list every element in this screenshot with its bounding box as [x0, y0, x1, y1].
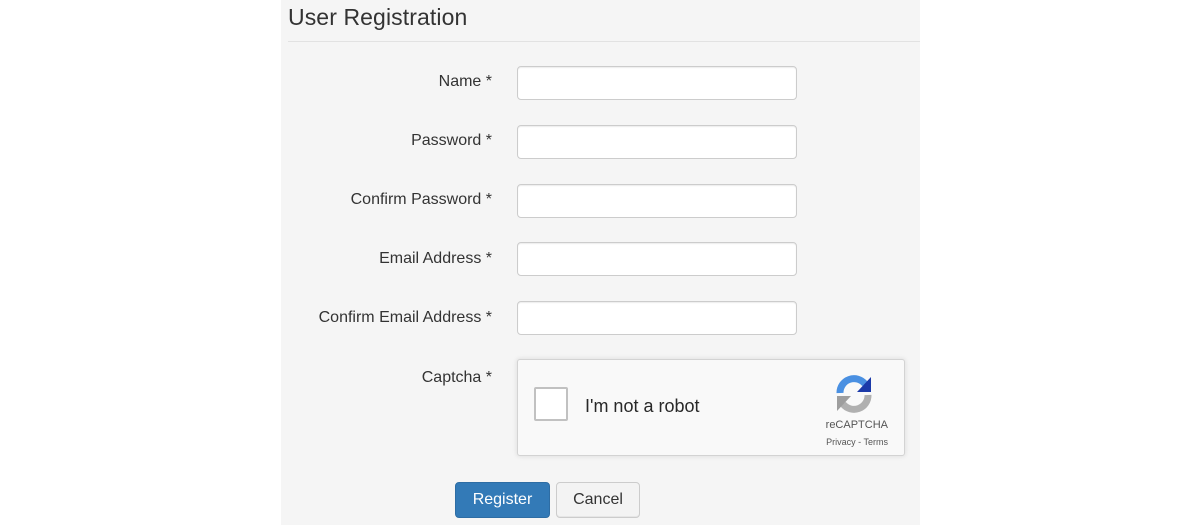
cancel-button[interactable]: Cancel: [556, 482, 640, 518]
password-input[interactable]: [517, 125, 797, 159]
confirm-email-input[interactable]: [517, 301, 797, 335]
register-button[interactable]: Register: [455, 482, 550, 518]
recaptcha-privacy-link[interactable]: Privacy: [826, 437, 856, 447]
title-divider: [288, 41, 920, 42]
recaptcha-logo-icon: [836, 375, 872, 413]
recaptcha-brand: reCAPTCHA: [825, 419, 888, 431]
recaptcha-checkbox[interactable]: [534, 387, 568, 421]
recaptcha-terms-link[interactable]: Terms: [864, 437, 889, 447]
recaptcha-widget: I'm not a robot reCAPTCHA Privacy - Term…: [517, 359, 905, 456]
email-input[interactable]: [517, 242, 797, 276]
confirm-email-label: Confirm Email Address *: [318, 309, 492, 326]
recaptcha-links: Privacy - Terms: [518, 437, 888, 447]
recaptcha-checkbox-label: I'm not a robot: [585, 396, 700, 416]
confirm-password-input[interactable]: [517, 184, 797, 218]
recaptcha-link-separator: -: [855, 437, 864, 447]
name-input[interactable]: [517, 66, 797, 100]
confirm-password-label: Confirm Password *: [350, 191, 492, 208]
page-title: User Registration: [288, 4, 468, 30]
captcha-label: Captcha *: [421, 369, 492, 386]
name-label: Name *: [438, 73, 492, 90]
password-label: Password *: [411, 132, 492, 149]
email-label: Email Address *: [379, 250, 492, 267]
